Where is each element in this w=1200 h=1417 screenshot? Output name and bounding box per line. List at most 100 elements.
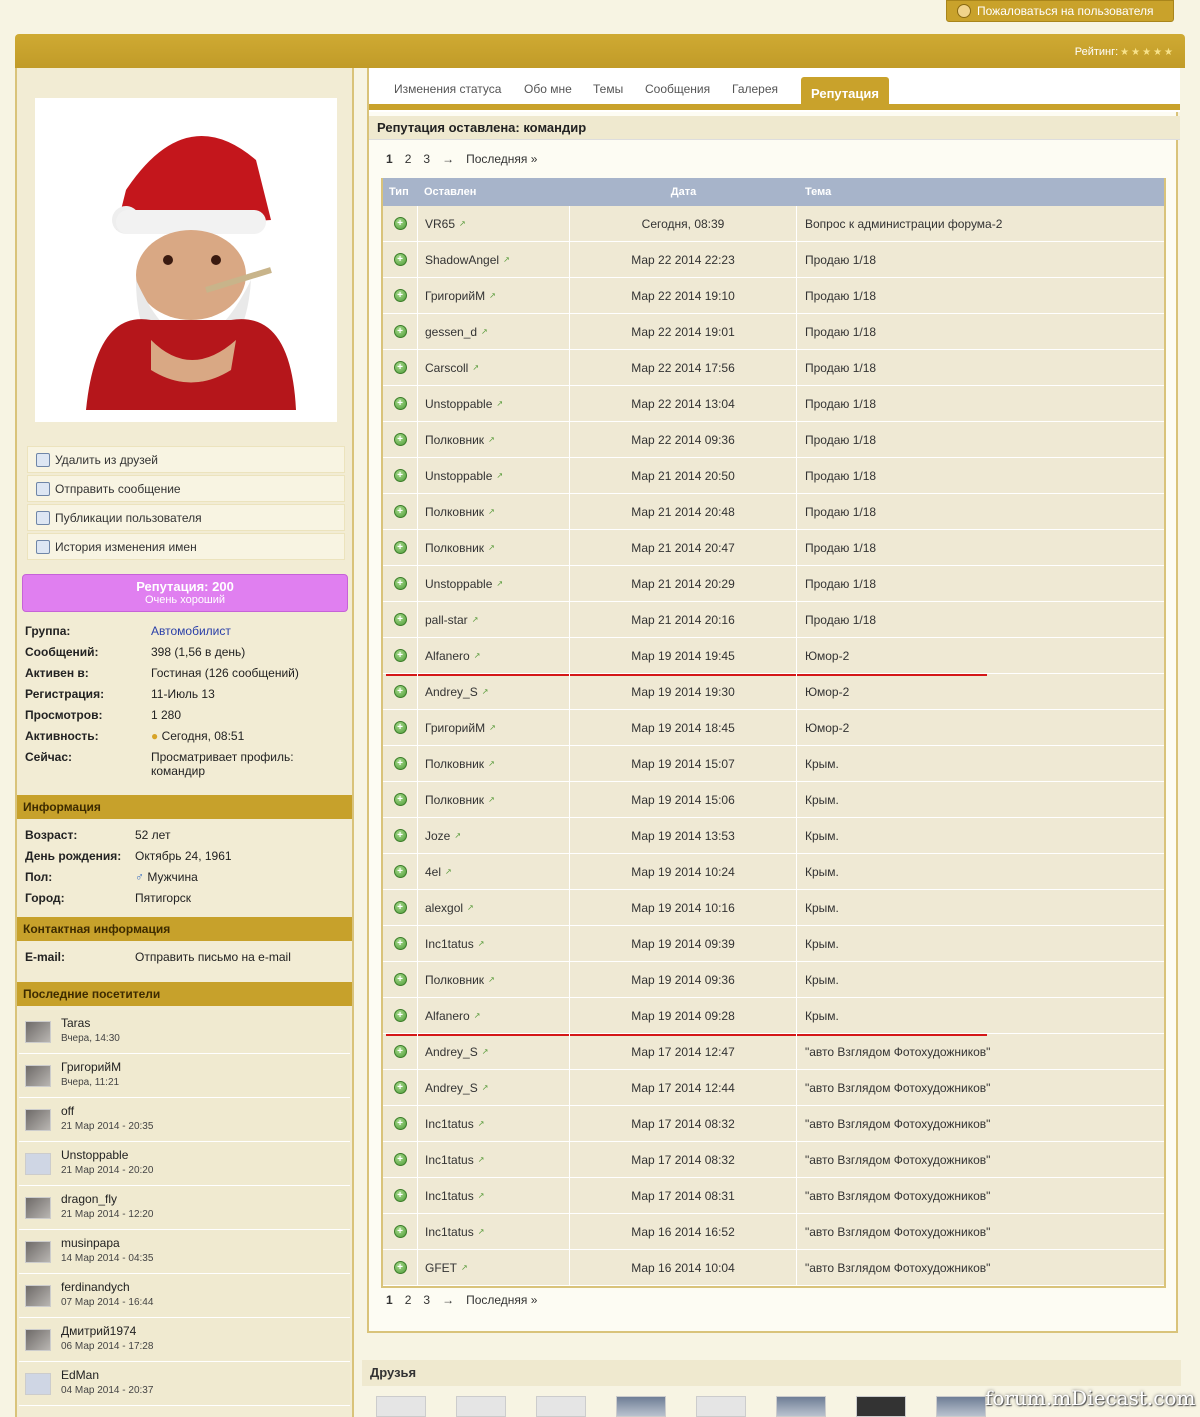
from-user-link[interactable]: gessen_d [425,325,477,339]
topic-cell[interactable]: Продаю 1/18 [797,494,1164,529]
from-user-link[interactable]: Полковник [425,793,484,807]
topic-cell[interactable]: Крым. [797,998,1164,1033]
from-user-link[interactable]: Полковник [425,505,484,519]
profile-link-icon[interactable]: ↗ [445,867,452,876]
visitor-name[interactable]: Unstoppable [61,1148,153,1162]
next-page-arrow[interactable]: → [442,1293,454,1307]
visitor-item[interactable]: dragon_fly 21 Мар 2014 - 12:20 [19,1186,350,1230]
profile-link-icon[interactable]: ↗ [461,1263,468,1272]
tab-posts[interactable]: Сообщения [645,82,710,96]
visitor-item[interactable]: ferdinandych 07 Мар 2014 - 16:44 [19,1274,350,1318]
visitor-name[interactable]: musinpapa [61,1236,153,1250]
topic-cell[interactable]: Юмор-2 [797,638,1164,673]
tab-status-changes[interactable]: Изменения статуса [394,82,501,96]
page-link[interactable]: 3 [423,152,430,166]
from-user-link[interactable]: Полковник [425,433,484,447]
page-link[interactable]: 2 [405,152,412,166]
from-user-link[interactable]: Inc1tatus [425,937,474,951]
group-link[interactable]: Автомобилист [151,624,345,638]
friend-avatar[interactable] [856,1396,906,1417]
visitor-item[interactable]: Дмитрий1974 06 Мар 2014 - 17:28 [19,1318,350,1362]
from-user-link[interactable]: Joze [425,829,450,843]
from-user-link[interactable]: Carscoll [425,361,468,375]
profile-link-icon[interactable]: ↗ [472,363,479,372]
profile-link-icon[interactable]: ↗ [474,651,481,660]
visitor-item[interactable]: Taras Вчера, 14:30 [19,1010,350,1054]
topic-cell[interactable]: Продаю 1/18 [797,386,1164,421]
profile-link-icon[interactable]: ↗ [472,615,479,624]
from-user-link[interactable]: pall-star [425,613,468,627]
topic-cell[interactable]: Продаю 1/18 [797,530,1164,565]
from-user-link[interactable]: Andrey_S [425,1045,478,1059]
topic-cell[interactable]: "авто Взглядом Фотохудожников" [797,1250,1164,1285]
topic-cell[interactable]: Крым. [797,854,1164,889]
topic-cell[interactable]: Продаю 1/18 [797,350,1164,385]
name-history-button[interactable]: История изменения имен [27,533,345,560]
from-user-link[interactable]: 4el [425,865,441,879]
profile-link-icon[interactable]: ↗ [478,1227,485,1236]
visitor-name[interactable]: Taras [61,1016,120,1030]
profile-link-icon[interactable]: ↗ [489,291,496,300]
from-user-link[interactable]: Inc1tatus [425,1117,474,1131]
topic-cell[interactable]: Продаю 1/18 [797,602,1164,637]
from-user-link[interactable]: Andrey_S [425,1081,478,1095]
visitor-item[interactable]: musinpapa 14 Мар 2014 - 04:35 [19,1230,350,1274]
topic-cell[interactable]: Крым. [797,926,1164,961]
from-user-link[interactable]: Unstoppable [425,577,492,591]
topic-cell[interactable]: Крым. [797,962,1164,997]
friend-avatar[interactable] [616,1396,666,1417]
topic-cell[interactable]: Юмор-2 [797,710,1164,745]
topic-cell[interactable]: "авто Взглядом Фотохудожников" [797,1178,1164,1213]
from-user-link[interactable]: Unstoppable [425,469,492,483]
friend-avatar[interactable] [776,1396,826,1417]
tab-gallery[interactable]: Галерея [732,82,778,96]
profile-link-icon[interactable]: ↗ [478,1155,485,1164]
profile-link-icon[interactable]: ↗ [489,723,496,732]
next-page-arrow[interactable]: → [442,152,454,166]
topic-cell[interactable]: "авто Взглядом Фотохудожников" [797,1070,1164,1105]
profile-link-icon[interactable]: ↗ [488,543,495,552]
profile-link-icon[interactable]: ↗ [488,975,495,984]
topic-cell[interactable]: "авто Взглядом Фотохудожников" [797,1214,1164,1249]
report-user-button[interactable]: Пожаловаться на пользователя [946,0,1174,22]
topic-cell[interactable]: Юмор-2 [797,674,1164,709]
friend-avatar[interactable] [696,1396,746,1417]
remove-friend-button[interactable]: Удалить из друзей [27,446,345,473]
topic-cell[interactable]: Крым. [797,746,1164,781]
profile-link-icon[interactable]: ↗ [467,903,474,912]
visitor-name[interactable]: dragon_fly [61,1192,153,1206]
topic-cell[interactable]: Продаю 1/18 [797,422,1164,457]
tab-reputation[interactable]: Репутация [801,77,889,105]
from-user-link[interactable]: Inc1tatus [425,1189,474,1203]
send-email-link[interactable]: Отправить письмо на e-mail [135,950,345,964]
topic-cell[interactable]: Крым. [797,818,1164,853]
topic-cell[interactable]: Вопрос к администрации форума-2 [797,206,1164,241]
profile-link-icon[interactable]: ↗ [482,687,489,696]
profile-link-icon[interactable]: ↗ [454,831,461,840]
friend-avatar[interactable] [456,1396,506,1417]
from-user-link[interactable]: ГригорийМ [425,721,485,735]
from-user-link[interactable]: ГригорийМ [425,289,485,303]
friend-avatar[interactable] [936,1396,986,1417]
tab-about[interactable]: Обо мне [524,82,572,96]
profile-link-icon[interactable]: ↗ [496,579,503,588]
visitor-name[interactable]: ГригорийМ [61,1060,121,1074]
from-user-link[interactable]: Полковник [425,973,484,987]
last-page-link[interactable]: Последняя » [466,152,537,166]
last-page-link[interactable]: Последняя » [466,1293,537,1307]
profile-link-icon[interactable]: ↗ [488,759,495,768]
profile-link-icon[interactable]: ↗ [482,1083,489,1092]
friend-avatar[interactable] [536,1396,586,1417]
visitor-item[interactable]: EdMan 04 Мар 2014 - 20:37 [19,1362,350,1406]
from-user-link[interactable]: VR65 [425,217,455,231]
profile-link-icon[interactable]: ↗ [478,1119,485,1128]
profile-link-icon[interactable]: ↗ [503,255,510,264]
friend-avatar[interactable] [376,1396,426,1417]
profile-link-icon[interactable]: ↗ [482,1047,489,1056]
from-user-link[interactable]: Alfanero [425,1009,470,1023]
page-link[interactable]: 3 [423,1293,430,1307]
profile-link-icon[interactable]: ↗ [478,939,485,948]
from-user-link[interactable]: alexgol [425,901,463,915]
profile-link-icon[interactable]: ↗ [459,219,466,228]
profile-link-icon[interactable]: ↗ [496,399,503,408]
